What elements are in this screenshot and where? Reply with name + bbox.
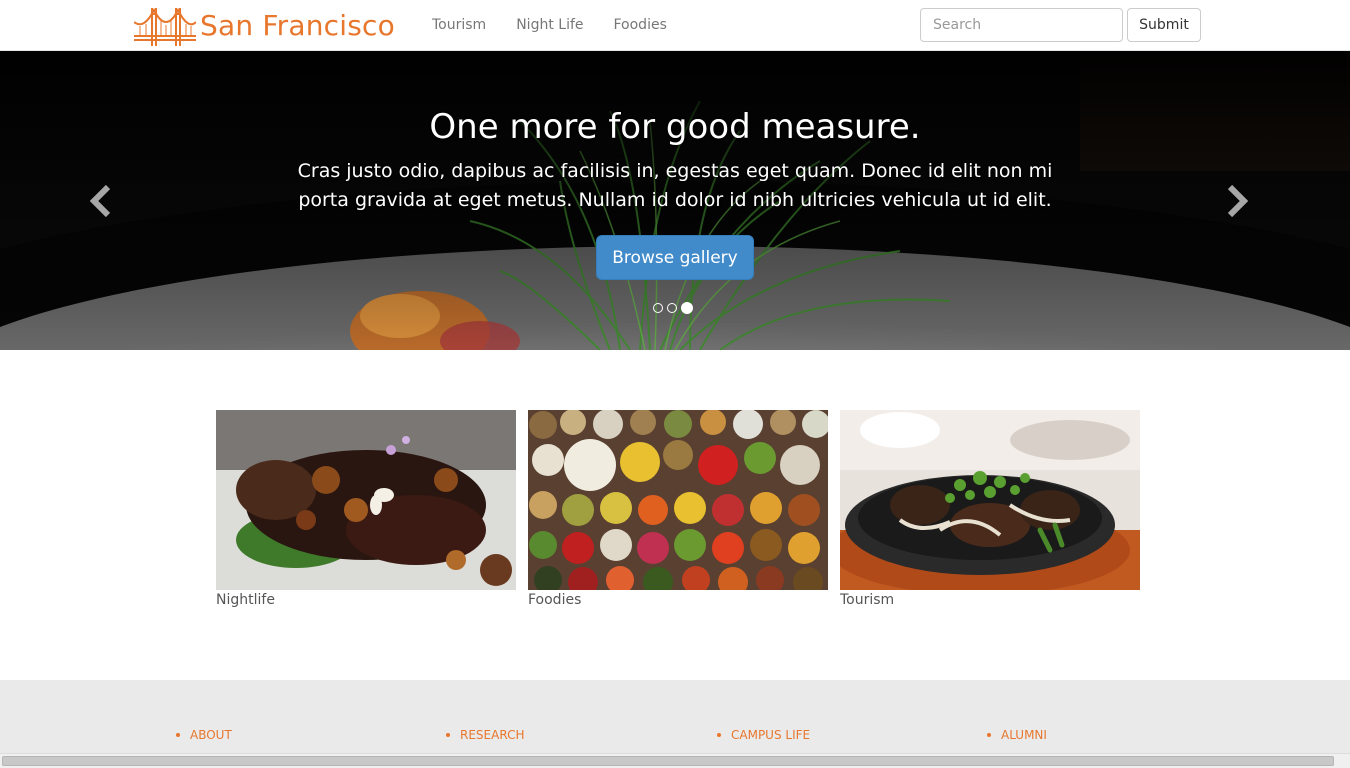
foodies-food-image: [528, 410, 828, 590]
carousel-indicator-1[interactable]: [653, 303, 663, 313]
carousel-next-control[interactable]: [1150, 51, 1350, 350]
carousel-prev-control[interactable]: [0, 51, 200, 350]
carousel-indicators: [653, 302, 693, 314]
footer-link-about[interactable]: ABOUT: [176, 728, 232, 742]
bullet-icon: [717, 733, 721, 737]
footer-link-label: RESEARCH: [460, 728, 525, 742]
footer-link-label: CAMPUS LIFE: [731, 728, 811, 742]
bullet-icon: [987, 733, 991, 737]
chevron-right-icon: [1227, 185, 1248, 217]
thumbnail-label: Nightlife: [216, 592, 275, 608]
thumbnail-label: Tourism: [840, 592, 895, 608]
search-input[interactable]: [920, 8, 1123, 42]
main-nav: Tourism Night Life Foodies: [417, 0, 682, 50]
golden-gate-bridge-icon: [134, 7, 196, 46]
nav-link-tourism[interactable]: Tourism: [432, 17, 486, 33]
thumbnail-label: Foodies: [528, 592, 582, 608]
bullet-icon: [446, 733, 450, 737]
scrollbar-thumb[interactable]: [2, 756, 1334, 766]
footer-link-label: ABOUT: [190, 728, 232, 742]
thumbnail-card[interactable]: Foodies: [528, 410, 828, 608]
bullet-icon: [176, 733, 180, 737]
slide-title: One more for good measure.: [429, 107, 921, 147]
navbar: San Francisco Tourism Night Life Foodies…: [0, 0, 1350, 51]
footer-link-research[interactable]: RESEARCH: [446, 728, 524, 742]
thumbnail-card[interactable]: Tourism: [840, 410, 1140, 608]
submit-button[interactable]: Submit: [1127, 8, 1201, 42]
slide-description: Cras justo odio, dapibus ac facilisis in…: [297, 160, 1053, 211]
hero-carousel: One more for good measure. Cras justo od…: [0, 51, 1350, 350]
nightlife-food-image: [216, 410, 516, 590]
brand-logo-link[interactable]: San Francisco: [134, 5, 395, 47]
carousel-indicator-3[interactable]: [681, 302, 693, 314]
brand-name: San Francisco: [200, 9, 395, 42]
nav-link-foodies[interactable]: Foodies: [614, 17, 667, 33]
thumbnail-card[interactable]: Nightlife: [216, 410, 516, 608]
nav-link-night-life[interactable]: Night Life: [516, 17, 583, 33]
browse-gallery-button[interactable]: Browse gallery: [596, 235, 754, 280]
carousel-indicator-2[interactable]: [667, 303, 677, 313]
footer-link-alumni[interactable]: ALUMNI: [987, 728, 1047, 742]
footer-link-campus-life[interactable]: CAMPUS LIFE: [717, 728, 810, 742]
horizontal-scrollbar[interactable]: [0, 753, 1350, 768]
tourism-food-image: [840, 410, 1140, 590]
chevron-left-icon: [90, 185, 111, 217]
footer-link-label: ALUMNI: [1001, 728, 1047, 742]
